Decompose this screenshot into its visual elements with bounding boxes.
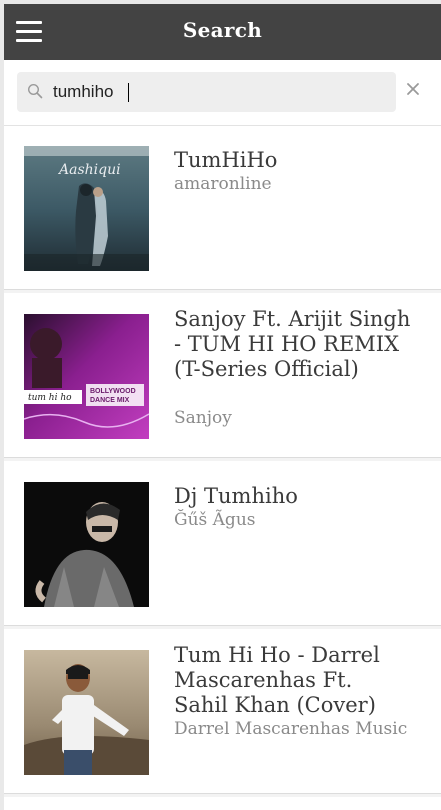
search-icon bbox=[27, 83, 43, 99]
search-field[interactable] bbox=[17, 72, 396, 112]
result-artist: Ğűš Ãgus bbox=[174, 510, 256, 530]
list-item[interactable]: tum hi ho BOLLYWOOD DANCE MIX Sanjoy Ft.… bbox=[4, 294, 441, 461]
result-title: TumHiHo bbox=[174, 148, 278, 172]
text-caret bbox=[128, 83, 129, 102]
result-artist: Darrel Mascarenhas Music bbox=[174, 719, 408, 739]
top-app-bar: Search bbox=[4, 4, 441, 60]
svg-text:tum hi ho: tum hi ho bbox=[28, 393, 72, 403]
result-artist: Sanjoy bbox=[174, 408, 232, 428]
outdoor-portrait-thumbnail bbox=[24, 650, 149, 775]
search-input[interactable] bbox=[53, 78, 383, 106]
svg-text:BOLLYWOOD: BOLLYWOOD bbox=[90, 388, 136, 395]
app-screen: Search tumhiho Aashiqui TumHiHo amaronli… bbox=[4, 4, 441, 810]
page-title: Search bbox=[182, 18, 263, 42]
svg-text:Aashiqui: Aashiqui bbox=[57, 162, 121, 178]
dj-portrait-thumbnail bbox=[24, 482, 149, 607]
list-item[interactable]: Aashiqui TumHiHo amaronline bbox=[4, 126, 441, 293]
result-title: Dj Tumhiho bbox=[174, 484, 298, 508]
result-title: Tum Hi Ho - Darrel Mascarenhas Ft. Sahil… bbox=[174, 643, 380, 717]
list-item[interactable]: Dj Tumhiho Ğűš Ãgus bbox=[4, 462, 441, 629]
close-icon[interactable] bbox=[404, 80, 422, 98]
search-bar bbox=[4, 60, 441, 126]
result-artist: amaronline bbox=[174, 174, 272, 194]
aashiqui-2-poster-thumbnail: Aashiqui bbox=[24, 146, 149, 271]
result-title: Sanjoy Ft. Arijit Singh - TUM HI HO REMI… bbox=[174, 307, 411, 381]
svg-text:DANCE MIX: DANCE MIX bbox=[90, 397, 130, 404]
list-item[interactable]: Tum Hi Ho - Darrel Mascarenhas Ft. Sahil… bbox=[4, 630, 441, 797]
bollywood-dance-mix-thumbnail: tum hi ho BOLLYWOOD DANCE MIX bbox=[24, 314, 149, 439]
results-list: Aashiqui TumHiHo amaronline tum hi ho BO… bbox=[4, 126, 441, 797]
